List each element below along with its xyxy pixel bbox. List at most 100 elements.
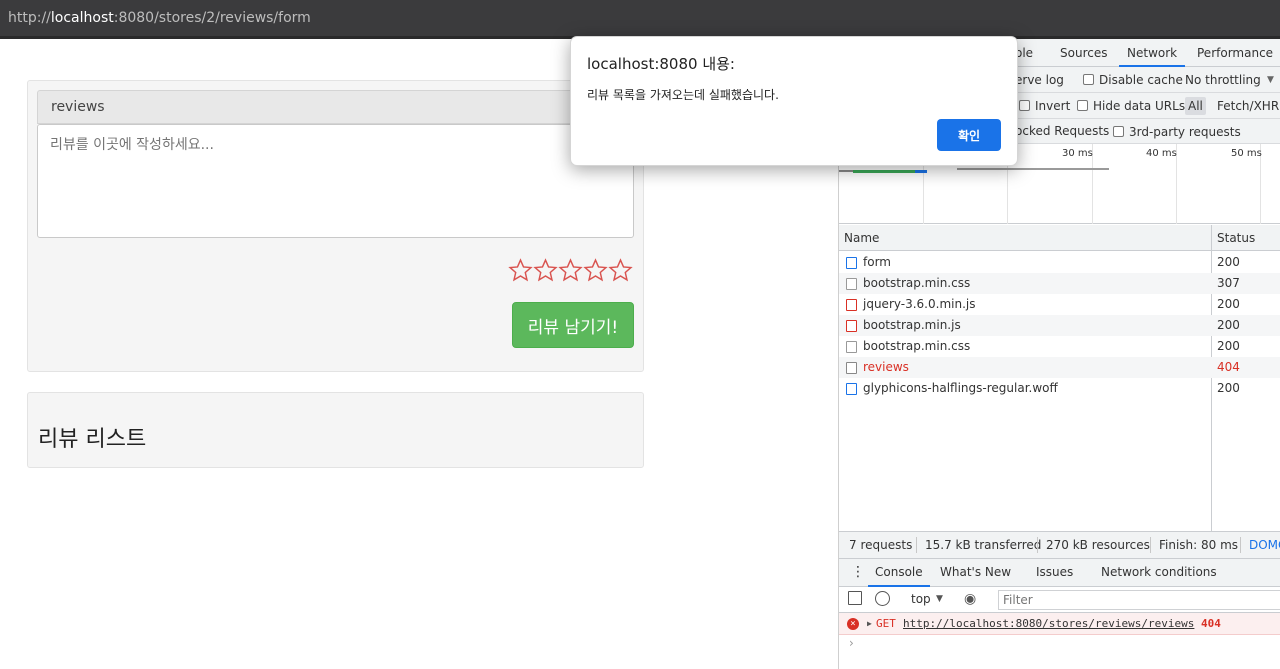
- request-name: bootstrap.min.js: [863, 318, 961, 332]
- star-4-icon[interactable]: [583, 258, 608, 283]
- font-icon: [846, 383, 857, 395]
- checkbox-icon[interactable]: [1077, 100, 1088, 111]
- table-row[interactable]: form 200: [839, 252, 1280, 273]
- review-form-panel: reviews 리뷰 남기기!: [27, 80, 644, 372]
- third-party-checkbox[interactable]: 3rd-party requests: [1113, 119, 1241, 145]
- tab-network[interactable]: Network: [1119, 39, 1186, 67]
- alert-dialog: localhost:8080 내용: 리뷰 목록을 가져오는데 실패했습니다. …: [570, 36, 1018, 166]
- hide-data-urls-label: Hide data URLs: [1093, 99, 1186, 113]
- script-icon: [846, 320, 857, 332]
- xhr-icon: [846, 362, 857, 374]
- table-row[interactable]: bootstrap.min.css 307: [839, 273, 1280, 294]
- timeline-tick-label: 40 ms: [1146, 148, 1177, 159]
- hide-data-urls-checkbox[interactable]: Hide data URLs: [1077, 93, 1185, 119]
- star-5-icon[interactable]: [608, 258, 633, 283]
- star-2-icon[interactable]: [533, 258, 558, 283]
- drawer-tab-whats-new[interactable]: What's New: [940, 559, 1011, 586]
- review-form-heading: reviews: [37, 90, 634, 124]
- dialog-title: localhost:8080 내용:: [587, 55, 735, 73]
- table-row[interactable]: bootstrap.min.css 200: [839, 336, 1280, 357]
- url-scheme: http://: [8, 10, 51, 26]
- table-row[interactable]: glyphicons-halflings-regular.woff 200: [839, 378, 1280, 399]
- divider: [916, 537, 917, 553]
- eye-icon[interactable]: ◉: [964, 587, 976, 612]
- request-status: 200: [1217, 318, 1240, 332]
- timeline-bar: [915, 170, 927, 173]
- filter-all-button[interactable]: All: [1185, 97, 1206, 115]
- requests-table-header: Name Status: [839, 225, 1280, 251]
- tab-sources[interactable]: Sources: [1060, 39, 1107, 67]
- request-name: glyphicons-halflings-regular.woff: [863, 381, 1058, 395]
- timeline-bar: [839, 170, 853, 172]
- summary-resources: 270 kB resources: [1046, 538, 1150, 552]
- summary-requests: 7 requests: [849, 538, 913, 552]
- review-textarea[interactable]: [37, 124, 634, 238]
- error-url-link[interactable]: http://localhost:8080/stores/reviews/rev…: [903, 613, 1194, 635]
- drawer-tab-issues[interactable]: Issues: [1036, 559, 1073, 586]
- checkbox-icon[interactable]: [1019, 100, 1030, 111]
- star-3-icon[interactable]: [558, 258, 583, 283]
- disable-cache-checkbox[interactable]: Disable cache: [1083, 67, 1183, 93]
- disable-cache-label: Disable cache: [1099, 73, 1183, 87]
- timeline-bar: [853, 170, 915, 173]
- timeline-tick-label: 50 ms: [1231, 148, 1262, 159]
- checkbox-icon[interactable]: [1113, 126, 1124, 137]
- console-prompt[interactable]: ›: [849, 636, 854, 650]
- summary-domcontentloaded: DOMC: [1249, 538, 1280, 552]
- drawer-tab-network-conditions[interactable]: Network conditions: [1101, 559, 1217, 586]
- console-toolbar: top ▼ ◉: [839, 587, 1280, 613]
- tab-performance[interactable]: Performance: [1197, 39, 1273, 67]
- divider: [1150, 537, 1151, 553]
- document-icon: [846, 257, 857, 269]
- column-name[interactable]: Name: [844, 225, 879, 251]
- star-1-icon[interactable]: [508, 258, 533, 283]
- request-name: bootstrap.min.css: [863, 339, 971, 353]
- drawer-tabs: ⋮ Console What's New Issues Network cond…: [839, 559, 1280, 587]
- table-row[interactable]: bootstrap.min.js 200: [839, 315, 1280, 336]
- filter-fetch-xhr-button[interactable]: Fetch/XHR: [1217, 93, 1279, 119]
- column-status[interactable]: Status: [1217, 225, 1255, 251]
- timeline-bar: [957, 168, 1109, 170]
- error-method: GET: [876, 617, 896, 630]
- request-status: 200: [1217, 255, 1240, 269]
- submit-review-button[interactable]: 리뷰 남기기!: [512, 302, 634, 348]
- network-summary-bar: 7 requests 15.7 kB transferred 270 kB re…: [839, 531, 1280, 559]
- request-name: reviews: [863, 360, 909, 374]
- invert-checkbox[interactable]: Invert: [1019, 93, 1070, 119]
- request-name: form: [863, 255, 891, 269]
- star-rating[interactable]: [508, 258, 633, 283]
- review-list-title: 리뷰 리스트: [38, 427, 147, 452]
- timeline-tick-label: 30 ms: [1062, 148, 1093, 159]
- review-list-panel: 리뷰 리스트: [27, 392, 644, 468]
- clear-console-icon[interactable]: [875, 591, 890, 606]
- error-status-code: 404: [1201, 617, 1221, 630]
- drawer-tab-console[interactable]: Console: [868, 559, 930, 587]
- summary-finish: Finish: 80 ms: [1159, 538, 1239, 552]
- blocked-requests-label[interactable]: ocked Requests: [1015, 119, 1109, 144]
- divider: [1037, 537, 1038, 553]
- sidebar-toggle-icon[interactable]: [848, 591, 862, 605]
- preserve-log-label[interactable]: erve log: [1015, 67, 1064, 93]
- dialog-message: 리뷰 목록을 가져오는데 실패했습니다.: [587, 88, 779, 102]
- url-path: :8080/stores/2/reviews/form: [113, 10, 311, 26]
- confirm-button[interactable]: 확인: [937, 119, 1001, 151]
- drawer-menu-icon[interactable]: ⋮: [851, 559, 865, 586]
- address-bar[interactable]: http://localhost:8080/stores/2/reviews/f…: [0, 0, 1280, 36]
- invert-label: Invert: [1035, 99, 1071, 113]
- throttling-select[interactable]: No throttling: [1185, 67, 1261, 93]
- url-host: localhost: [50, 10, 114, 26]
- request-status: 200: [1217, 381, 1240, 395]
- request-status: 307: [1217, 276, 1240, 290]
- context-select[interactable]: top: [911, 587, 931, 612]
- checkbox-icon[interactable]: [1083, 74, 1094, 85]
- console-error-message[interactable]: × ▶ GET http://localhost:8080/stores/rev…: [839, 613, 1280, 635]
- console-filter-input[interactable]: [998, 590, 1280, 610]
- table-row[interactable]: reviews 404: [839, 357, 1280, 378]
- table-row[interactable]: jquery-3.6.0.min.js 200: [839, 294, 1280, 315]
- expand-triangle-icon[interactable]: ▶: [867, 613, 872, 635]
- stylesheet-icon: [846, 341, 857, 353]
- request-status: 200: [1217, 297, 1240, 311]
- stylesheet-icon: [846, 278, 857, 290]
- chevron-down-icon[interactable]: ▼: [936, 587, 943, 612]
- chevron-down-icon[interactable]: ▼: [1267, 67, 1274, 93]
